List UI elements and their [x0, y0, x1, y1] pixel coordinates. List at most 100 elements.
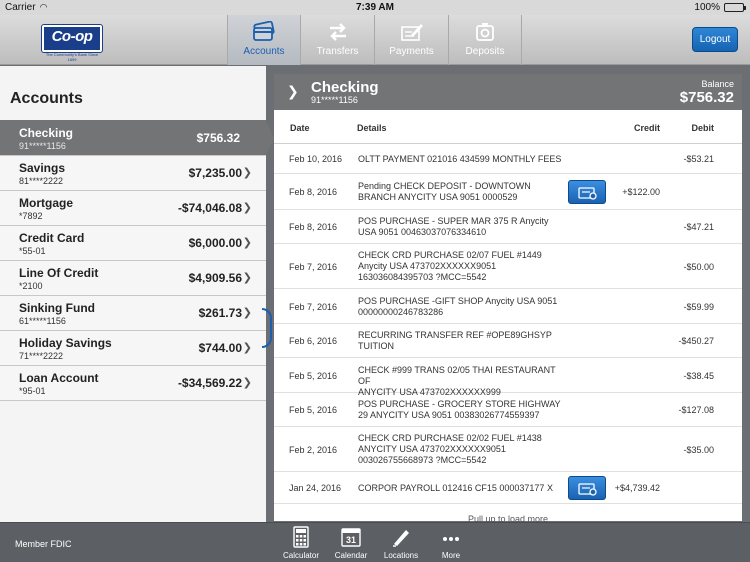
- account-balance: $6,000.00: [188, 236, 242, 250]
- tab-payments[interactable]: Payments: [374, 15, 448, 65]
- txn-details-line: 00000000246783286: [358, 307, 444, 317]
- tab-accounts-label: Accounts: [243, 46, 285, 57]
- table-row[interactable]: Feb 7, 2016 POS PURCHASE -GIFT SHOP Anyci…: [274, 289, 742, 324]
- txn-details-line: USA 9051 00463037076334610: [358, 227, 487, 237]
- main-nav: Accounts Transfers Payments Deposits: [227, 15, 522, 65]
- calendar-icon: 31: [326, 526, 376, 548]
- tab-transfers[interactable]: Transfers: [300, 15, 374, 65]
- battery-percent: 100%: [694, 2, 720, 13]
- txn-details: CORPOR PAYROLL 012416 CF15 000037177 X: [358, 483, 568, 494]
- txn-details: RECURRING TRANSFER REF #OPE89GHSYP TUITIO…: [358, 330, 568, 352]
- account-balance: -$74,046.08: [177, 201, 242, 215]
- calculator-icon: [276, 526, 326, 548]
- txn-details-line: POS PURCHASE - GROCERY STORE HIGHWAY: [358, 399, 561, 409]
- payment-pen-icon: [375, 21, 448, 43]
- txn-debit: -$50.00: [683, 262, 714, 272]
- txn-details: POS PURCHASE - SUPER MAR 375 R Anycity US…: [358, 216, 568, 238]
- txn-details-line: POS PURCHASE -GIFT SHOP Anycity USA 9051: [358, 296, 558, 306]
- txn-date: Jan 24, 2016: [289, 483, 342, 493]
- chevron-right-icon: ❯: [242, 167, 252, 179]
- logo-tagline: The Community's Bank Since 1899: [45, 52, 99, 62]
- tool-calendar-label: Calendar: [334, 551, 368, 560]
- txn-date: Feb 7, 2016: [289, 302, 338, 312]
- chevron-right-icon: ❯: [287, 83, 299, 99]
- table-row[interactable]: Feb 7, 2016 CHECK CRD PURCHASE 02/07 FUEL…: [274, 244, 742, 289]
- tool-locations-label: Locations: [383, 551, 419, 560]
- chevron-right-icon: ❯: [242, 342, 252, 354]
- chevron-right-icon: ❯: [242, 237, 252, 249]
- table-row[interactable]: Feb 5, 2016 POS PURCHASE - GROCERY STORE …: [274, 393, 742, 427]
- top-header: Co-op The Community's Bank Since 1899 Ac…: [0, 15, 750, 65]
- camera-icon: [449, 21, 521, 43]
- battery-icon: [724, 3, 746, 12]
- panel-drag-handle[interactable]: [262, 308, 272, 348]
- account-item[interactable]: Mortgage *7892 -$74,046.08 ❯: [0, 190, 266, 225]
- bank-logo: Co-op The Community's Bank Since 1899: [42, 25, 102, 62]
- tool-more[interactable]: More: [426, 526, 476, 560]
- selection-pointer: [266, 121, 274, 155]
- table-row[interactable]: Feb 8, 2016 POS PURCHASE - SUPER MAR 375 …: [274, 210, 742, 244]
- table-row[interactable]: Feb 8, 2016 Pending CHECK DEPOSIT - DOWNT…: [274, 174, 742, 210]
- account-detail-header[interactable]: ❯ Checking 91*****1156 Balance $756.32: [274, 74, 742, 110]
- logo-text: Co-op: [51, 28, 93, 45]
- account-detail-title: Checking: [311, 79, 379, 96]
- account-balance: $7,235.00: [188, 166, 242, 180]
- table-row[interactable]: Jan 24, 2016 CORPOR PAYROLL 012416 CF15 0…: [274, 472, 742, 504]
- view-check-image-button[interactable]: [568, 180, 606, 204]
- table-row[interactable]: Feb 2, 2016 CHECK CRD PURCHASE 02/02 FUEL…: [274, 427, 742, 472]
- table-row[interactable]: Feb 6, 2016 RECURRING TRANSFER REF #OPE89…: [274, 324, 742, 358]
- tool-calculator[interactable]: Calculator: [276, 526, 326, 560]
- tool-calendar[interactable]: 31 Calendar: [326, 526, 376, 560]
- tools-bar: Calculator 31 Calendar Locations More: [276, 526, 476, 560]
- txn-details-line: POS PURCHASE - SUPER MAR 375 R Anycity: [358, 216, 549, 226]
- tab-deposits[interactable]: Deposits: [448, 15, 522, 65]
- chevron-right-icon: ❯: [242, 272, 252, 284]
- column-debit: Debit: [691, 123, 715, 133]
- txn-details: POS PURCHASE - GROCERY STORE HIGHWAY 29 A…: [358, 399, 568, 421]
- balance-value: $756.32: [679, 89, 734, 106]
- txn-details-line: CORPOR PAYROLL 012416 CF15 000037177 X: [358, 483, 553, 493]
- txn-details-line: 163036084395703 ?MCC=5542: [358, 272, 487, 282]
- view-check-image-button[interactable]: [568, 476, 606, 500]
- column-details: Details: [357, 123, 387, 133]
- account-item[interactable]: Credit Card *55-01 $6,000.00 ❯: [0, 225, 266, 260]
- chevron-right-icon: ❯: [242, 307, 252, 319]
- account-balance: $261.73: [198, 306, 242, 320]
- chevron-right-icon: ❯: [242, 377, 252, 389]
- account-balance: $4,909.56: [188, 271, 242, 285]
- tool-calculator-label: Calculator: [282, 551, 319, 560]
- tab-accounts[interactable]: Accounts: [227, 15, 300, 65]
- txn-date: Feb 8, 2016: [289, 222, 338, 232]
- location-pin-icon: [376, 526, 426, 548]
- txn-details-line: 29 ANYCITY USA 9051 00383026774559397: [358, 410, 540, 420]
- txn-details-line: OLTT PAYMENT 021016 434599 MONTHLY FEES: [358, 154, 562, 164]
- account-item[interactable]: Line Of Credit *2100 $4,909.56 ❯: [0, 260, 266, 295]
- account-item[interactable]: Savings 81****2222 $7,235.00 ❯: [0, 155, 266, 190]
- check-image-icon: [578, 483, 597, 496]
- txn-date: Feb 8, 2016: [289, 187, 338, 197]
- accounts-panel: Accounts Checking 91*****1156 $756.32 Savin…: [0, 66, 274, 522]
- account-balance: $756.32: [196, 131, 240, 145]
- txn-credit: +$122.00: [622, 187, 660, 197]
- txn-debit: -$38.45: [683, 371, 714, 381]
- table-row[interactable]: Feb 10, 2016 OLTT PAYMENT 021016 434599 M…: [274, 144, 742, 174]
- account-item[interactable]: Loan Account *95-01 -$34,569.22 ❯: [0, 365, 266, 400]
- txn-debit: -$47.21: [683, 222, 714, 232]
- divider: [0, 400, 266, 401]
- txn-details-line: BRANCH ANYCITY USA 9051 0000529: [358, 192, 518, 202]
- logout-button[interactable]: Logout: [692, 27, 738, 52]
- account-item[interactable]: Holiday Savings 71****2222 $744.00 ❯: [0, 330, 266, 365]
- table-row[interactable]: Feb 5, 2016 CHECK #999 TRANS 02/05 THAI R…: [274, 358, 742, 397]
- txn-debit: -$53.21: [683, 154, 714, 164]
- account-item[interactable]: Sinking Fund 61*****1156 $261.73 ❯: [0, 295, 266, 330]
- txn-date: Feb 2, 2016: [289, 445, 338, 455]
- account-detail-number: 91*****1156: [311, 95, 358, 105]
- transfer-arrows-icon: [301, 21, 374, 43]
- txn-details-line: Pending CHECK DEPOSIT - DOWNTOWN: [358, 181, 531, 191]
- tab-deposits-label: Deposits: [465, 46, 505, 57]
- txn-debit: -$35.00: [683, 445, 714, 455]
- tool-locations[interactable]: Locations: [376, 526, 426, 560]
- txn-debit: -$127.08: [678, 405, 714, 415]
- txn-details-line: CHECK #999 TRANS 02/05 THAI RESTAURANT O…: [358, 365, 556, 386]
- account-item[interactable]: Checking 91*****1156 $756.32: [0, 120, 274, 155]
